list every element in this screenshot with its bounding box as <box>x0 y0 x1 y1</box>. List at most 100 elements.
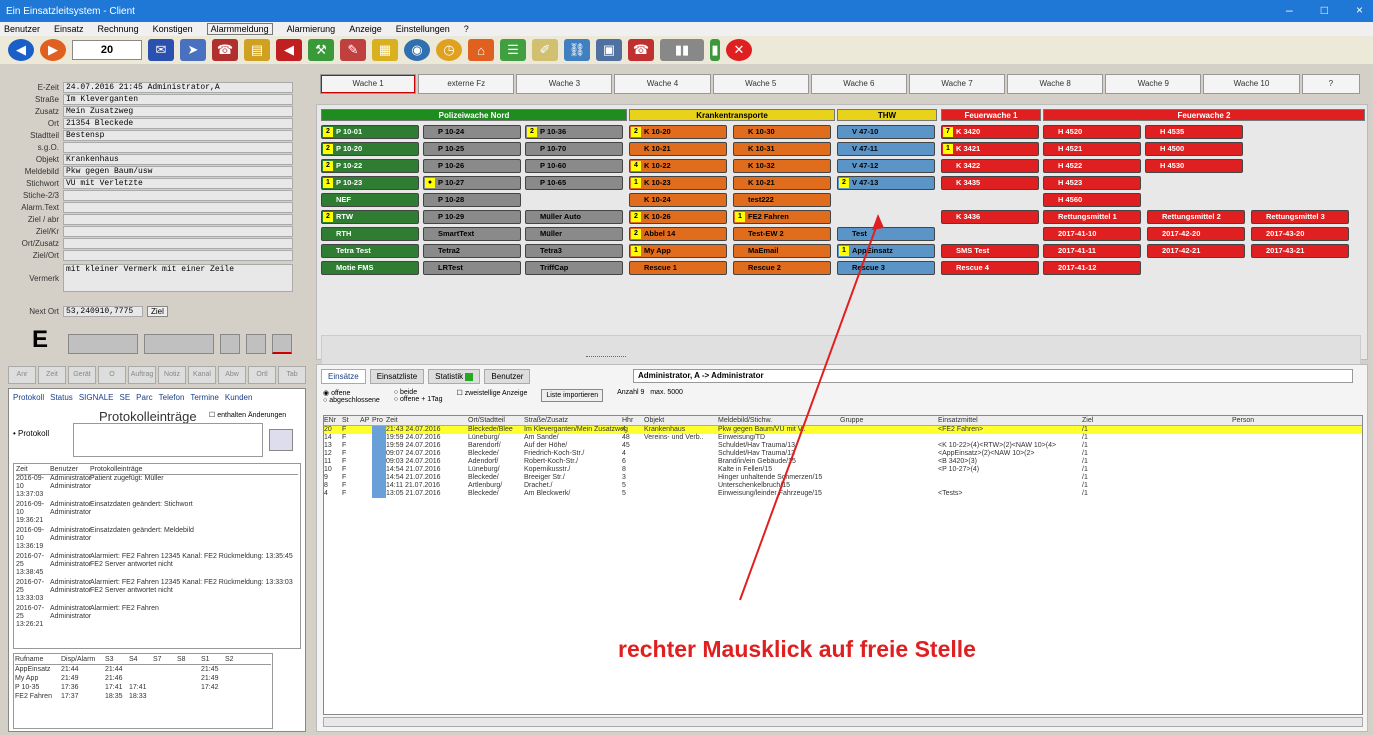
tab-telefon[interactable]: Telefon <box>159 393 185 402</box>
horizontal-scrollbar[interactable] <box>323 717 1363 727</box>
field-stadtteil[interactable]: Bestensp <box>63 130 293 141</box>
unit-8-2[interactable]: TriffCap <box>525 261 623 275</box>
filter-tab[interactable]: Notiz <box>158 366 186 384</box>
unit-0-6[interactable]: 7K 3420 <box>941 125 1039 139</box>
tab-wache-4[interactable]: Wache 4 <box>614 74 711 94</box>
close-button[interactable]: × <box>1356 3 1363 17</box>
counter-field[interactable]: 20 <box>72 40 142 60</box>
field-ezeit[interactable]: 24.07.2016 21:45 Administrator,A <box>63 82 293 93</box>
unit-6-8[interactable]: 2017-42-20 <box>1147 227 1245 241</box>
phonebook-icon[interactable]: ☎ <box>212 39 238 61</box>
maximize-button[interactable]: □ <box>1321 3 1328 17</box>
unit-5-4[interactable]: 1 FE2 Fahren <box>733 210 831 224</box>
field-objekt[interactable]: Krankenhaus <box>63 154 293 165</box>
form-button-2[interactable] <box>144 334 214 354</box>
stat-row[interactable]: P 10-35 17:36 17:41 17:41 17:42 <box>15 683 271 692</box>
unit-3-2[interactable]: P 10-65 <box>525 176 623 190</box>
unit-4-3[interactable]: K 10-24 <box>629 193 727 207</box>
radio-offene[interactable]: ◉ offene <box>323 389 380 397</box>
unit-0-5[interactable]: V 47-10 <box>837 125 935 139</box>
tab-status[interactable]: Status <box>50 393 73 402</box>
tab-termine[interactable]: Termine <box>190 393 218 402</box>
unit-3-0[interactable]: 1P 10-23 <box>321 176 419 190</box>
unit-5-3[interactable]: 2K 10-26 <box>629 210 727 224</box>
field-stichwort-2[interactable] <box>63 190 293 201</box>
unit-1-1[interactable]: P 10-25 <box>423 142 521 156</box>
ziel-button[interactable]: Ziel <box>147 306 168 317</box>
filter-tab[interactable]: Zeit <box>38 366 66 384</box>
loudspeaker-icon[interactable]: ▮▮ <box>660 39 704 61</box>
clock-icon[interactable]: ◷ <box>436 39 462 61</box>
menu-help[interactable]: ? <box>464 24 469 34</box>
tab-help[interactable]: ? <box>1301 74 1361 94</box>
wrench-icon[interactable]: ✎ <box>340 39 366 61</box>
tools-icon[interactable]: ⚒ <box>308 39 334 61</box>
field-ziel-ort[interactable] <box>63 250 293 261</box>
field-next-ort[interactable]: 53,240910,7775 <box>63 306 143 317</box>
minimize-button[interactable]: – <box>1286 3 1293 17</box>
table-row[interactable]: 8 F 14:11 21.07.2016 Artlenburg/Drachet./ 5 U… <box>324 482 1362 490</box>
menu-alarmmeldung[interactable]: Alarmmeldung <box>206 23 273 35</box>
form-icon-button-1[interactable] <box>220 334 240 354</box>
radio-beide[interactable]: ○ beide <box>394 389 443 396</box>
unit-0-1[interactable]: P 10-24 <box>423 125 521 139</box>
unit-7-5[interactable]: 1 AppEinsatz <box>837 244 935 258</box>
unit-4-0[interactable]: NEF <box>321 193 419 207</box>
stat-row[interactable]: FE2 Fahren 17:37 18:35 18:33 <box>15 692 271 701</box>
field-zusatz[interactable]: Mein Zusatzweg <box>63 106 293 117</box>
field-strasse[interactable]: Im Kleverganten <box>63 94 293 105</box>
unit-4-1[interactable]: P 10-28 <box>423 193 521 207</box>
tab-wache-10[interactable]: Wache 10 <box>1203 74 1300 94</box>
unit-3-6[interactable]: K 3435 <box>941 176 1039 190</box>
tab-wache-7[interactable]: Wache 7 <box>908 74 1006 94</box>
unit-2-0[interactable]: 2P 10-22 <box>321 159 419 173</box>
import-list-button[interactable]: Liste importieren <box>541 389 604 402</box>
menu-rechnung[interactable]: Rechnung <box>98 24 139 34</box>
unit-2-5[interactable]: V 47-12 <box>837 159 935 173</box>
unit-4-4[interactable]: test222 <box>733 193 831 207</box>
changes-checkbox[interactable]: ☐ enthalten Änderungen <box>209 411 286 419</box>
note-icon[interactable]: ✐ <box>532 39 558 61</box>
tab-parc[interactable]: Parc <box>136 393 152 402</box>
radio-abgeschlossene[interactable]: ○ abgeschlossene <box>323 397 380 404</box>
unit-8-0[interactable]: Motie FMS <box>321 261 419 275</box>
log-row[interactable]: 2016-07-25 13:33:03 Administrator Adminis… <box>16 579 298 603</box>
tab-wache-5[interactable]: Wache 5 <box>712 74 809 94</box>
field-alarmtext[interactable] <box>63 202 293 213</box>
unit-5-1[interactable]: P 10-29 <box>423 210 521 224</box>
table-row[interactable]: 20 F 21:43 24.07.2016 Bleckede/Blee Im Kleve… <box>324 426 1362 434</box>
tab-einsatzliste[interactable]: Einsatzliste <box>369 369 425 384</box>
monitor-icon[interactable]: ▣ <box>596 39 622 61</box>
table-row[interactable]: 10 F 14:54 21.07.2016 Lüneburg/Kopernikusst… <box>324 466 1362 474</box>
unit-6-2[interactable]: Müller <box>525 227 623 241</box>
filter-tab[interactable]: Auftrag <box>128 366 156 384</box>
tab-statistik[interactable]: Statistik <box>428 369 481 384</box>
tab-signale[interactable]: SIGNALE <box>79 393 114 402</box>
tab-wache-1[interactable]: Wache 1 <box>320 74 417 94</box>
unit-5-0[interactable]: 2 RTW <box>321 210 419 224</box>
save-protocol-button[interactable] <box>269 429 293 451</box>
unit-8-5[interactable]: Rescue 3 <box>837 261 935 275</box>
filter-tab[interactable]: Gerät <box>68 366 96 384</box>
unit-6-9[interactable]: 2017-43-20 <box>1251 227 1349 241</box>
globe-icon[interactable]: ◉ <box>404 39 430 61</box>
protocol-input[interactable] <box>73 423 263 457</box>
tab-wache-3[interactable]: Wache 3 <box>516 74 613 94</box>
unit-6-3[interactable]: 2 Abbel 14 <box>629 227 727 241</box>
log-row[interactable]: 2016-09-10 13:36:19 Administrator Adminis… <box>16 527 298 551</box>
unit-5-6[interactable]: K 3436 <box>941 210 1039 224</box>
log-row[interactable]: 2016-09-10 13:37:03 Administrator Adminis… <box>16 475 298 499</box>
unit-2-8[interactable]: H 4530 <box>1145 159 1243 173</box>
send-icon[interactable]: ➤ <box>180 39 206 61</box>
log-row[interactable]: 2016-07-25 13:26:21 Administrator Adminis… <box>16 605 298 629</box>
unit-7-4[interactable]: MaEmail <box>733 244 831 258</box>
table-row[interactable]: 13 F 19:59 24.07.2016 Barendorf/Auf der Höh… <box>324 442 1362 450</box>
unit-2-2[interactable]: P 10-60 <box>525 159 623 173</box>
menu-konstigen[interactable]: Konstigen <box>153 24 193 34</box>
table-row[interactable]: 14 F 19:59 24.07.2016 Lüneburg/Am Sande/48 V… <box>324 434 1362 442</box>
unit-5-8[interactable]: Rettungsmittel 2 <box>1147 210 1245 224</box>
field-sgo[interactable] <box>63 142 293 153</box>
unit-0-3[interactable]: 2K 10-20 <box>629 125 727 139</box>
unit-1-5[interactable]: V 47-11 <box>837 142 935 156</box>
folder-icon[interactable]: ▤ <box>244 39 270 61</box>
